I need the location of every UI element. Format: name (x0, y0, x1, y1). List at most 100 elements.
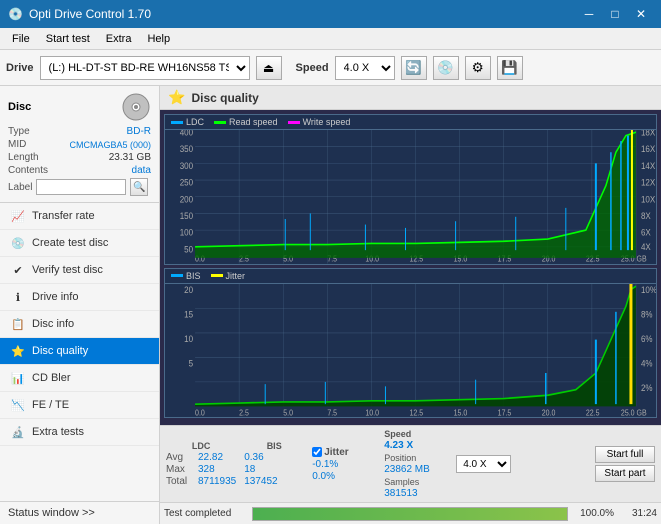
svg-text:350: 350 (180, 144, 194, 155)
max-jitter-value: 0.0% (312, 471, 335, 482)
total-label: Total (166, 476, 194, 487)
sidebar-item-cd-bler[interactable]: 📊 CD Bler (0, 365, 159, 392)
progress-bar-inner (253, 508, 567, 520)
max-label: Max (166, 464, 194, 475)
svg-text:18X: 18X (641, 130, 656, 138)
stat-avg-ldc-row: Avg 22.82 (166, 452, 236, 463)
disc-quality-title: Disc quality (191, 91, 258, 105)
top-chart-svg-wrapper: 400 350 300 250 200 150 100 50 18X 16X 1… (165, 130, 656, 264)
samples-stat-label: Samples (384, 477, 444, 487)
speed-select[interactable]: 4.0 X (335, 56, 395, 80)
sidebar-label-drive-info: Drive info (32, 291, 78, 303)
disc-header: Disc (8, 92, 151, 122)
svg-text:12X: 12X (641, 177, 656, 188)
menu-extra[interactable]: Extra (98, 31, 140, 47)
sidebar-item-verify-test-disc[interactable]: ✔ Verify test disc (0, 257, 159, 284)
sidebar-item-create-test-disc[interactable]: 💿 Create test disc (0, 230, 159, 257)
stats-speed-select[interactable]: 4.0 X (456, 455, 511, 473)
start-buttons: Start full Start part (595, 446, 655, 482)
stat-group-bis: BIS 0.36 18 137452 (244, 441, 304, 487)
bottom-status: Test completed 100.0% 31:24 (160, 502, 661, 524)
legend-write-speed: Write speed (288, 117, 351, 127)
svg-text:8%: 8% (641, 308, 653, 319)
svg-text:10%: 10% (641, 284, 656, 295)
title-bar: 💿 Opti Drive Control 1.70 ─ □ ✕ (0, 0, 661, 28)
svg-text:16X: 16X (641, 144, 656, 155)
stat-max-bis-row: 18 (244, 464, 304, 475)
disc-length-value: 23.31 GB (109, 152, 151, 163)
svg-text:250: 250 (180, 177, 194, 188)
legend-jitter: Jitter (211, 271, 246, 281)
stat-group-ldc: LDC Avg 22.82 Max 328 Total 8711935 (166, 441, 236, 487)
disc-length-row: Length 23.31 GB (8, 152, 151, 163)
right-content: ⭐ Disc quality LDC Read speed (160, 86, 661, 524)
svg-text:300: 300 (180, 161, 194, 172)
svg-text:5: 5 (189, 357, 194, 368)
menu-start-test[interactable]: Start test (38, 31, 98, 47)
time-text: 31:24 (622, 508, 657, 519)
drive-select[interactable]: (L:) HL-DT-ST BD-RE WH16NS58 TST4 (40, 56, 250, 80)
disc-type-row: Type BD-R (8, 126, 151, 137)
disc-title: Disc (8, 101, 31, 113)
save-button[interactable]: 💾 (497, 56, 523, 80)
speed-label: Speed (296, 62, 329, 74)
svg-text:0.0: 0.0 (195, 407, 205, 416)
drive-info-icon: ℹ (10, 289, 26, 305)
max-bis-value: 18 (244, 464, 255, 475)
svg-text:14X: 14X (641, 161, 656, 172)
sidebar-label-disc-quality: Disc quality (32, 345, 88, 357)
svg-text:2.5: 2.5 (239, 407, 249, 416)
sidebar-item-fe-te[interactable]: 📉 FE / TE (0, 392, 159, 419)
maximize-button[interactable]: □ (603, 4, 627, 24)
sidebar-label-transfer-rate: Transfer rate (32, 210, 95, 222)
sidebar-item-disc-quality[interactable]: ⭐ Disc quality (0, 338, 159, 365)
svg-text:20: 20 (184, 284, 193, 295)
top-chart-legend: LDC Read speed Write speed (165, 115, 656, 130)
status-window-button[interactable]: Status window >> (0, 501, 159, 524)
speed-stat-label: Speed (384, 429, 444, 439)
sidebar-label-verify-test-disc: Verify test disc (32, 264, 103, 276)
speed-select-group: 4.0 X (456, 455, 511, 473)
disc-contents-label: Contents (8, 165, 48, 176)
svg-text:6X: 6X (641, 227, 651, 238)
svg-text:150: 150 (180, 211, 194, 222)
disc-mid-row: MID CMCMAGBA5 (000) (8, 139, 151, 150)
stat-group-speed: Speed 4.23 X Position 23862 MB Samples 3… (384, 429, 444, 499)
bottom-chart: BIS Jitter (164, 268, 657, 419)
fe-te-icon: 📉 (10, 397, 26, 413)
refresh-button[interactable]: 🔄 (401, 56, 427, 80)
sidebar-label-extra-tests: Extra tests (32, 426, 84, 438)
disc-quality-icon: ⭐ (10, 343, 26, 359)
disc-label-button[interactable]: 🔍 (130, 178, 148, 196)
jitter-color (211, 274, 223, 277)
stat-max-ldc-row: Max 328 (166, 464, 236, 475)
disc-label-input[interactable] (36, 179, 126, 195)
start-full-button[interactable]: Start full (595, 446, 655, 463)
legend-read-speed-label: Read speed (229, 117, 278, 127)
stat-avg-bis-row: 0.36 (244, 452, 304, 463)
menu-help[interactable]: Help (139, 31, 178, 47)
svg-text:200: 200 (180, 194, 194, 205)
progress-bar-outer (252, 507, 568, 521)
settings-button[interactable]: ⚙ (465, 56, 491, 80)
sidebar-label-disc-info: Disc info (32, 318, 74, 330)
sidebar-item-disc-info[interactable]: 📋 Disc info (0, 311, 159, 338)
menu-file[interactable]: File (4, 31, 38, 47)
sidebar-item-drive-info[interactable]: ℹ Drive info (0, 284, 159, 311)
svg-text:17.5: 17.5 (498, 407, 512, 416)
svg-text:100: 100 (180, 227, 194, 238)
sidebar-item-transfer-rate[interactable]: 📈 Transfer rate (0, 203, 159, 230)
speed-stat-value: 4.23 X (384, 440, 444, 451)
eject-button[interactable]: ⏏ (256, 56, 282, 80)
minimize-button[interactable]: ─ (577, 4, 601, 24)
extra-tests-icon: 🔬 (10, 424, 26, 440)
jitter-checkbox[interactable] (312, 447, 322, 457)
svg-text:15: 15 (184, 308, 193, 319)
sidebar-item-extra-tests[interactable]: 🔬 Extra tests (0, 419, 159, 446)
svg-text:25.0 GB: 25.0 GB (621, 407, 647, 416)
legend-bis-label: BIS (186, 271, 201, 281)
disc-button[interactable]: 💿 (433, 56, 459, 80)
start-part-button[interactable]: Start part (595, 465, 655, 482)
close-button[interactable]: ✕ (629, 4, 653, 24)
avg-bis-value: 0.36 (244, 452, 263, 463)
